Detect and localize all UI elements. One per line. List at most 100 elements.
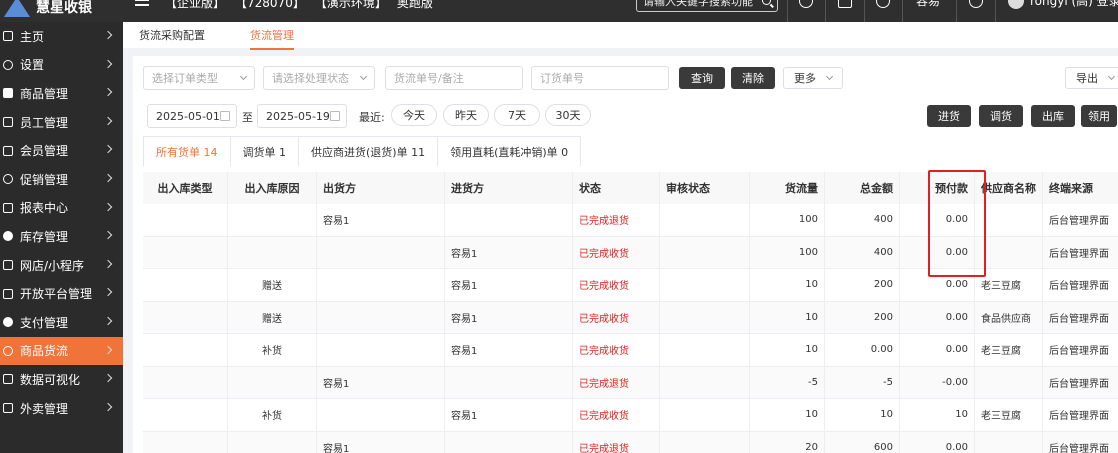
table-row[interactable]: 赠送 容易1 已完成收货 10 200 0.00 老三豆腐 后台管理界面 xyxy=(143,269,1118,302)
column-header[interactable]: 出入库类型 xyxy=(143,172,228,204)
sidebar-item-open-platform[interactable]: 开放平台管理 xyxy=(0,279,123,308)
notice-icon[interactable] xyxy=(838,0,852,8)
table-cell: 后台管理界面 xyxy=(1049,411,1109,423)
requisition-button[interactable]: 领用 xyxy=(1081,105,1117,127)
table-cell xyxy=(975,431,1043,453)
stock-in-button[interactable]: 进货 xyxy=(927,105,971,127)
order-no-input[interactable]: 订货单号 xyxy=(531,66,669,90)
sidebar-item-settings[interactable]: 设置 xyxy=(0,51,123,80)
line-chart-icon xyxy=(3,374,13,385)
sidebar: 主页 设置 商品管理 员工管理 会员管理 促销管理 报表中心 库存管理 网店/小… xyxy=(0,22,123,453)
tab-supplier-orders[interactable]: 供应商进货(退货)单 11 xyxy=(298,136,439,166)
quick-7days-button[interactable]: 7天 xyxy=(494,104,540,126)
start-date-input[interactable]: 2025-05-01 xyxy=(147,104,237,128)
sidebar-item-staff[interactable]: 员工管理 xyxy=(0,108,123,137)
tab-requisition-orders[interactable]: 领用直耗(直耗冲销)单 0 xyxy=(437,136,582,166)
table-cell: 已完成收货 xyxy=(573,301,660,333)
sidebar-item-goods-flow[interactable]: 商品货流 xyxy=(0,336,123,366)
sidebar-item-data-visualization[interactable]: 数据可视化 xyxy=(0,365,123,394)
transfer-button[interactable]: 调货 xyxy=(979,105,1023,127)
status-select[interactable]: 请选择处理状态 xyxy=(263,66,375,90)
sidebar-item-home[interactable]: 主页 xyxy=(0,22,123,51)
gear-icon[interactable] xyxy=(969,0,983,8)
end-date-input[interactable]: 2025-05-19 xyxy=(257,104,347,128)
sidebar-item-payments[interactable]: 支付管理 xyxy=(0,308,123,337)
staff-icon xyxy=(3,117,13,128)
table-row[interactable]: 容易1 已完成收货 100 400 0.00 后台管理界面 xyxy=(143,236,1118,269)
table-cell xyxy=(317,301,445,333)
calendar-icon xyxy=(330,111,340,121)
quick-yesterday-button[interactable]: 昨天 xyxy=(443,104,489,126)
tab-transfer-orders[interactable]: 调货单 1 xyxy=(229,136,299,166)
sidebar-item-promotions[interactable]: 促销管理 xyxy=(0,165,123,194)
table-cell: 老三豆腐 xyxy=(975,334,1043,366)
tab-all-orders[interactable]: 所有货单 14 xyxy=(143,136,231,166)
content-panel: 选择订单类型 请选择处理状态 货流单号/备注 订货单号 查询 清除 更多 导出 … xyxy=(133,56,1118,453)
hamburger-menu-icon[interactable] xyxy=(135,0,149,8)
search-icon[interactable] xyxy=(762,0,771,5)
column-header[interactable]: 货流量 xyxy=(750,172,825,204)
table-cell: 后台管理界面 xyxy=(1049,216,1109,228)
table-cell: 0.00 xyxy=(900,431,975,453)
table-cell: 后台管理界面 xyxy=(1049,248,1109,260)
store-name[interactable]: 容易 xyxy=(916,0,940,9)
table-cell xyxy=(445,366,573,398)
takeout-icon xyxy=(3,403,13,414)
sidebar-item-online-store[interactable]: 网店/小程序 xyxy=(0,251,123,280)
column-header[interactable]: 供应商名称 xyxy=(975,172,1043,204)
table-cell xyxy=(143,399,228,431)
table-row[interactable]: 容易1 已完成退货 -5 -5 -0.00 后台管理界面 xyxy=(143,366,1118,399)
table-cell xyxy=(660,334,750,366)
quick-today-button[interactable]: 今天 xyxy=(391,104,437,126)
sidebar-item-inventory[interactable]: 库存管理 xyxy=(0,222,123,251)
chevron-right-icon xyxy=(103,230,113,240)
clear-button[interactable]: 清除 xyxy=(731,67,775,89)
chevron-right-icon xyxy=(103,402,113,411)
sidebar-item-products[interactable]: 商品管理 xyxy=(0,79,123,108)
table-cell xyxy=(228,431,317,453)
chevron-right-icon xyxy=(103,59,113,68)
tab-goods-flow-management[interactable]: 货流管理 xyxy=(250,27,294,50)
table-row[interactable]: 容易1 已完成退货 20 600 0.00 后台管理界面 xyxy=(143,431,1118,453)
sidebar-item-reports[interactable]: 报表中心 xyxy=(0,194,123,223)
table-cell: 老三豆腐 xyxy=(975,399,1043,431)
function-search-input[interactable]: 请输入关键字搜索功能 xyxy=(636,0,778,12)
stock-out-button[interactable]: 出库 xyxy=(1031,105,1075,127)
table-cell: 10 xyxy=(750,269,825,301)
flow-no-input[interactable]: 货流单号/备注 xyxy=(385,66,523,90)
help-icon[interactable] xyxy=(799,0,813,8)
table-row[interactable]: 补货 容易1 已完成收货 10 0.00 0.00 老三豆腐 后台管理界面 xyxy=(143,334,1118,367)
query-button[interactable]: 查询 xyxy=(679,67,725,89)
tab-purchase-config[interactable]: 货流采购配置 xyxy=(139,27,205,43)
table-row[interactable]: 赠送 容易1 已完成收货 10 200 0.00 食品供应商 后台管理界面 xyxy=(143,301,1118,334)
table-cell: 0.00 xyxy=(900,301,975,333)
more-filters-button[interactable]: 更多 xyxy=(783,67,843,89)
column-header[interactable]: 总金额 xyxy=(825,172,900,204)
sidebar-item-takeout[interactable]: 外卖管理 xyxy=(0,394,123,423)
table-cell: 老三豆腐 xyxy=(975,269,1043,301)
table-cell: 容易1 xyxy=(445,236,573,268)
column-header[interactable]: 进货方 xyxy=(445,172,573,204)
page-tabs: 货流采购配置 货流管理 xyxy=(123,22,1118,50)
export-button[interactable]: 导出 xyxy=(1065,67,1118,89)
table-cell: 10 xyxy=(750,334,825,366)
quick-30days-button[interactable]: 30天 xyxy=(545,104,591,126)
user-menu[interactable]: rongyi (高) 登录 xyxy=(1008,0,1118,9)
table-row[interactable]: 容易1 已完成退货 100 400 0.00 后台管理界面 xyxy=(143,204,1118,237)
chevron-right-icon xyxy=(103,145,113,154)
column-header[interactable]: 状态 xyxy=(573,172,660,204)
column-header[interactable]: 出入库原因 xyxy=(228,172,317,204)
order-type-tabs: 所有货单 14 调货单 1 供应商进货(退货)单 11 领用直耗(直耗冲销)单 … xyxy=(143,136,582,166)
table-cell: 容易1 xyxy=(317,431,445,453)
brand-logo[interactable]: 慧星收银 xyxy=(0,0,123,22)
order-type-select[interactable]: 选择订单类型 xyxy=(143,66,255,90)
edition-tags: 【企业版】 【728070】 【演示环境】 奥跑版 xyxy=(165,0,433,11)
bell-icon[interactable] xyxy=(876,0,890,8)
column-header[interactable]: 出货方 xyxy=(317,172,445,204)
column-header[interactable]: 审核状态 xyxy=(660,172,750,204)
table-cell: 容易1 xyxy=(445,334,573,366)
column-header[interactable]: 预付款 xyxy=(900,172,975,204)
column-header[interactable]: 终端来源 xyxy=(1043,172,1118,204)
sidebar-item-members[interactable]: 会员管理 xyxy=(0,136,123,165)
table-row[interactable]: 补货 容易1 已完成收货 10 10 10 老三豆腐 后台管理界面 xyxy=(143,399,1118,432)
